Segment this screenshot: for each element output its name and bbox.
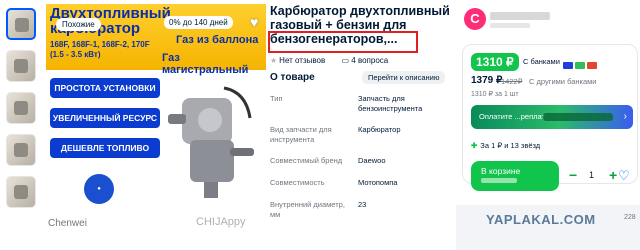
feature-longer-life: УВЕЛИЧЕННЫЙ РЕСУРС [50,108,160,128]
questions-link[interactable]: 4 вопроса [351,56,388,65]
in-cart-button[interactable]: В корзине [471,161,559,191]
payment-icons [563,56,599,74]
regular-price: 1379 ₽ [471,75,503,86]
main-product-image[interactable]: Двухтопливный карбюратор Похожие 0% до 1… [46,4,266,240]
card-icon [563,62,573,69]
installment-promo[interactable]: Оплатите ...реплат › [471,105,633,129]
thumbnail-5[interactable] [6,176,36,208]
spec-value: 23 [358,200,367,209]
spec-key: Вид запчасти для инструмента [270,125,332,144]
promo-text: Оплатите ...реплат [479,112,545,121]
watermark-count: 228 [624,214,636,221]
spec-value: Запчасть для бензоинструмента [358,94,423,113]
feature-easy-install: ПРОСТОТА УСТАНОВКИ [50,78,160,98]
card-icon [587,62,597,69]
ratings-row: ★ Нет отзывов ▭ 4 вопроса [270,56,388,65]
seller-sub-redacted [490,23,530,28]
spec-key: Внутренний диаметр, мм [270,200,345,219]
product-page: Двухтопливный карбюратор Похожие 0% до 1… [0,0,640,250]
unit-price: 1310 ₽ за 1 шт [471,91,519,98]
hero-gas-cylinder: Газ из баллона [176,34,259,46]
redaction-scribble [543,113,613,121]
carburetor-image [168,86,254,198]
bonus-row: ✚ За 1 ₽ и 13 звёзд [471,141,540,150]
site-watermark: YAPLAKAL.COM [486,212,596,227]
bonus-text: За 1 ₽ и 13 звёзд [480,141,541,150]
brand-logo: ● [84,174,114,204]
bank-price: 1310 ₽ [471,53,519,71]
spec-value[interactable]: Карбюратор [358,125,450,135]
thumbnail-1[interactable] [6,8,36,40]
no-reviews-link[interactable]: Нет отзывов [279,56,325,65]
regular-price-note: С другими банками [529,77,597,86]
hero-gas-mains: Газ магистральный [162,52,249,76]
similar-button[interactable]: Похожие [56,18,101,31]
star-icon: ★ [270,56,278,65]
seller-name-redacted [490,12,550,20]
feature-cheaper-fuel: ДЕШЕВЛЕ ТОПЛИВО [50,138,160,158]
spec-key: Тип [270,94,283,103]
quantity-value: 1 [589,170,595,180]
price-card: 1310 ₽ С банками 1379 ₽ 1422₽ С другими … [462,44,638,191]
bonus-plus-icon: ✚ [471,141,478,150]
spec-value[interactable]: Daewoo [358,156,450,166]
spec-value: Мотопомпа [358,178,398,187]
favorite-heart-icon[interactable]: ♥ [250,14,258,30]
product-title-line-2: газовый + бензин для [270,18,407,32]
in-cart-sub-redacted [481,178,517,183]
old-price: 1422₽ [501,77,523,86]
about-heading: О товаре [270,72,315,83]
highlight-box [268,31,418,53]
product-title-line-1: Карбюратор двухтопливный [270,4,450,18]
thumbnail-3[interactable] [6,92,36,124]
increase-qty-button[interactable]: + [609,167,617,183]
favorite-heart-icon[interactable]: ♡ [618,168,630,184]
thumbnail-strip [6,8,40,218]
spec-key: Совместимость [270,178,325,187]
to-description-button[interactable]: Перейти к описанию [362,71,446,84]
in-cart-label: В корзине [481,166,521,176]
chevron-right-icon: › [623,111,627,122]
spec-key: Совместимый бренд [270,156,343,165]
thumbnail-2[interactable] [6,50,36,82]
watermark-left: Chenwei [48,218,87,229]
quantity-stepper: − 1 + [563,161,621,191]
watermark-right: CHIJAppy [196,216,246,228]
credit-badge[interactable]: 0% до 140 дней [164,16,233,29]
seller-logo[interactable]: C [464,8,486,30]
questions-icon: ▭ [341,56,350,65]
card-icon [575,62,585,69]
bank-price-note: С банками [523,57,560,66]
decrease-qty-button[interactable]: − [569,167,577,183]
thumbnail-4[interactable] [6,134,36,166]
hero-models: 168F, 168F-1, 168F-2, 170F (1.5 - 3.5 кВ… [50,40,150,59]
